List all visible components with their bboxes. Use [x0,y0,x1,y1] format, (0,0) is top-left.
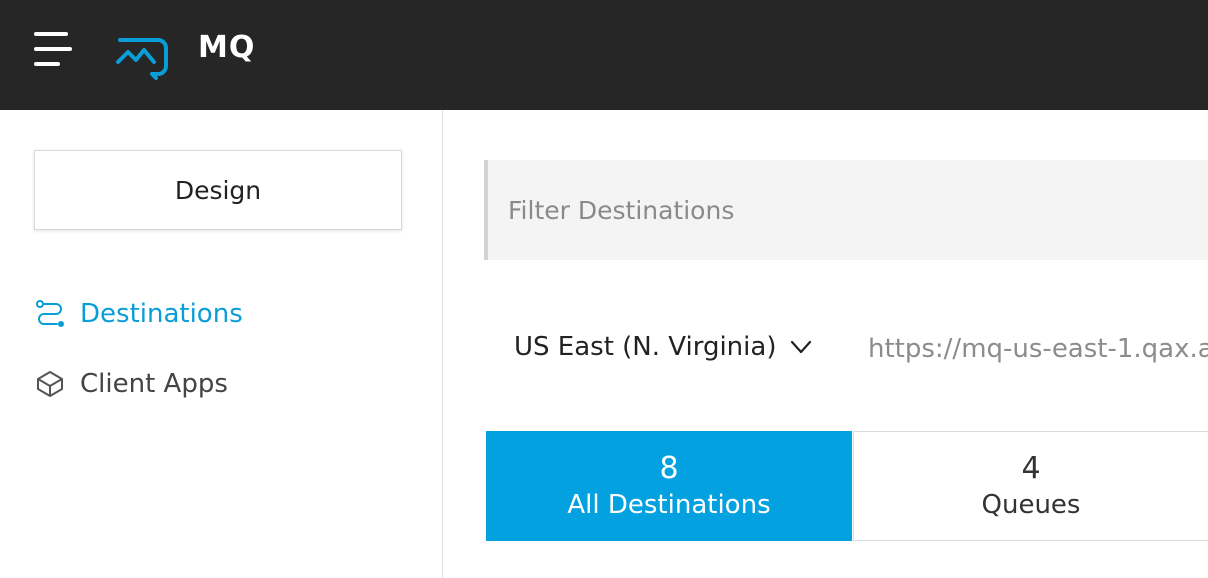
region-url: https://mq-us-east-1.qax.a [868,334,1208,364]
region-label: US East (N. Virginia) [514,332,777,362]
mq-logo-icon [114,32,170,80]
main-content: US East (N. Virginia) https://mq-us-east… [444,110,1208,578]
hamburger-menu-icon[interactable] [34,32,74,68]
sidebar: Design Destinations Client Apps [0,110,443,578]
top-bar: MQ [0,0,1208,110]
client-apps-cube-icon [34,368,66,400]
sidebar-item-label: Destinations [80,299,243,329]
chevron-down-icon [790,336,812,358]
tab-all-destinations[interactable]: 8 All Destinations [486,431,852,541]
filter-bar [484,160,1208,260]
app-name: MQ [198,30,256,65]
tab-label: All Destinations [567,490,771,520]
sidebar-item-destinations[interactable]: Destinations [34,298,243,330]
sidebar-item-client-apps[interactable]: Client Apps [34,368,228,400]
tab-label: Queues [981,490,1081,520]
tab-count: 4 [1021,451,1041,486]
design-button[interactable]: Design [34,150,402,230]
tab-count: 8 [659,451,679,486]
tab-queues[interactable]: 4 Queues [853,431,1208,541]
filter-destinations-input[interactable] [508,195,1208,225]
destinations-route-icon [34,298,66,330]
sidebar-item-label: Client Apps [80,369,228,399]
region-selector[interactable]: US East (N. Virginia) [514,332,812,362]
